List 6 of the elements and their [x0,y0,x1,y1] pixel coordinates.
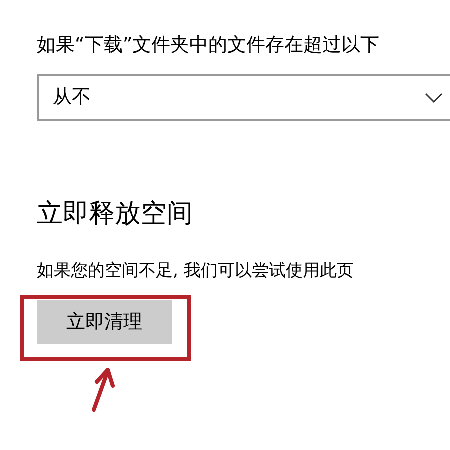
clean-now-button[interactable]: 立即清理 [37,300,172,344]
retention-dropdown[interactable]: 从不 [37,74,450,121]
section-heading: 立即释放空间 [37,198,193,231]
description-text: 如果您的空间不足, 我们可以尝试使用此页 [37,260,354,283]
chevron-down-icon [425,92,443,102]
retention-label: 如果“下载”文件夹中的文件存在超过以下 [37,33,380,58]
